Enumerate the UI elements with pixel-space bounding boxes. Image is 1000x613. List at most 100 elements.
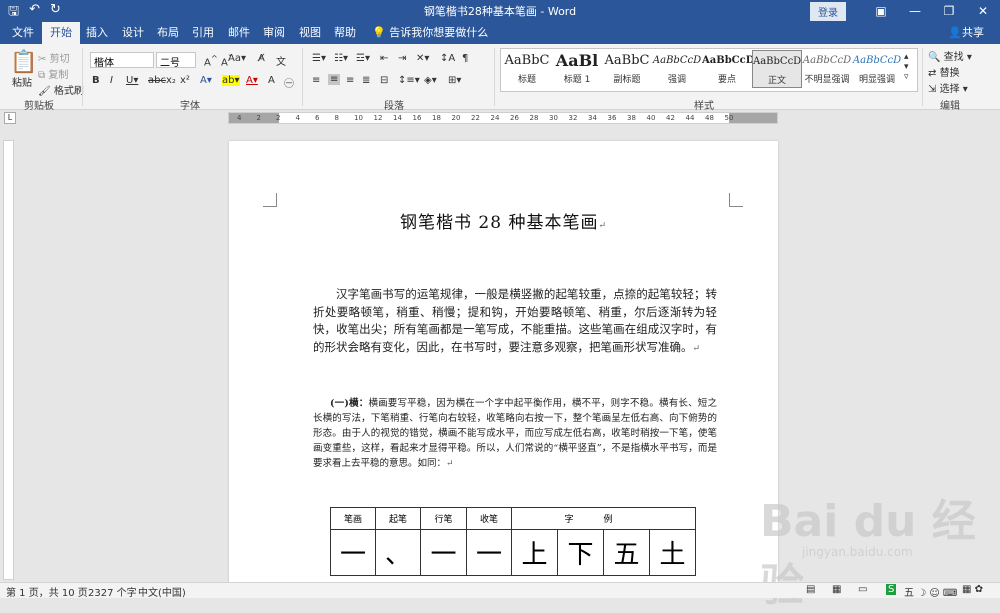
chinese-layout-icon[interactable]: ✕▾ [416, 53, 429, 64]
tab-file[interactable]: 文件 [4, 22, 42, 44]
text-effects-icon[interactable]: A▾ [200, 75, 212, 86]
watermark-url: jingyan.baidu.com [802, 545, 913, 559]
font-name-select[interactable]: 楷体 [90, 52, 154, 69]
find-button[interactable]: 🔍 查找 ▾ [928, 48, 972, 63]
table-cell: 一 [466, 529, 512, 576]
table-cell: 五 [603, 529, 650, 576]
web-layout-icon[interactable]: ▭ [858, 584, 867, 595]
distributed-icon[interactable]: ⊟ [380, 75, 388, 86]
restore-icon[interactable]: ❐ [932, 4, 966, 18]
tab-mailings[interactable]: 邮件 [220, 22, 258, 44]
login-button[interactable]: 登录 [810, 1, 846, 21]
lightbulb-icon: 💡 [372, 26, 386, 39]
document-page[interactable]: 钢笔楷书 28 种基本笔画↵ 汉字笔画书写的运笔规律，一般是横竖撇的起笔较重，点… [229, 141, 778, 591]
tab-references[interactable]: 引用 [184, 22, 222, 44]
strikethrough-icon[interactable]: abc [148, 75, 166, 86]
style-subtitle[interactable]: AaBbC 副标题 [602, 50, 652, 88]
italic-icon[interactable]: I [110, 75, 113, 86]
borders-icon[interactable]: ⊞▾ [448, 75, 461, 86]
ruler-number: 42 [666, 114, 675, 122]
paste-icon[interactable]: 📋 [10, 50, 37, 75]
ruler-number: 12 [373, 114, 383, 122]
tab-design[interactable]: 设计 [114, 22, 152, 44]
superscript-icon[interactable]: x² [180, 75, 190, 86]
change-case-icon[interactable]: Aa▾ [228, 53, 246, 64]
sort-icon[interactable]: ↕A [440, 53, 455, 64]
group-label-styles: 样式 [694, 101, 714, 112]
bullets-icon[interactable]: ☰▾ [312, 53, 326, 64]
tab-selector[interactable]: L [4, 112, 16, 124]
vertical-ruler[interactable] [3, 140, 14, 580]
style-strong[interactable]: AaBbCcD 要点 [702, 50, 752, 88]
language-status[interactable]: 中文(中国) [138, 584, 186, 599]
baidu-watermark: Bai du 经验 jingyan.baidu.com [760, 485, 990, 611]
horizontal-ruler[interactable]: 4 2 2 4 6 8 10 12 14 16 18 20 22 24 26 28 30 32 34 36 38 40 42… [228, 112, 778, 124]
page-count[interactable]: 第 1 页，共 10 页 [6, 584, 88, 599]
table-header-cell: 字例 [511, 507, 696, 530]
align-left-icon[interactable]: ≡ [312, 75, 320, 86]
close-icon[interactable]: ✕ [966, 4, 1000, 18]
cursor-icon: ⇲ [928, 84, 937, 95]
numbering-icon[interactable]: ☷▾ [334, 53, 348, 64]
font-color-icon[interactable]: A▾ [246, 75, 258, 86]
tab-layout[interactable]: 布局 [149, 22, 187, 44]
multilevel-list-icon[interactable]: ☲▾ [356, 53, 370, 64]
person-icon: 👤 [948, 26, 962, 39]
justify-icon[interactable]: ≣ [362, 75, 370, 86]
replace-button[interactable]: ⇄ 替换 [928, 64, 960, 79]
ruler-number: 16 [412, 114, 422, 122]
subscript-icon[interactable]: x₂ [166, 75, 176, 86]
tab-home[interactable]: 开始 [42, 22, 80, 44]
tab-insert[interactable]: 插入 [78, 22, 116, 44]
clear-format-icon[interactable]: A̸ [258, 53, 265, 64]
phonetic-guide-icon[interactable]: 文 [276, 53, 286, 68]
bold-icon[interactable]: B [92, 75, 100, 86]
style-title[interactable]: AaBbC 标题 [502, 50, 552, 88]
ruler-number: 38 [627, 114, 636, 122]
minimize-icon[interactable]: — [898, 4, 932, 18]
style-normal[interactable]: AaBbCcD 正文 [752, 50, 802, 88]
style-intense-emphasis[interactable]: AaBbCcD 明显强调 [852, 50, 902, 88]
print-layout-icon[interactable]: ▦ [832, 584, 841, 595]
tell-me-search[interactable]: 💡 告诉我你想要做什么 [372, 22, 488, 44]
align-right-icon[interactable]: ≡ [346, 75, 354, 86]
align-center-icon[interactable]: ≡ [328, 74, 341, 85]
styles-scroll-icon[interactable]: ▴ ▾ ▿ [904, 52, 909, 82]
paste-button[interactable]: 粘贴 [12, 74, 32, 89]
cut-button[interactable]: ✂ 剪切 [38, 50, 70, 65]
share-button[interactable]: 👤共享 [948, 22, 984, 44]
table-header-cell: 起笔 [375, 507, 421, 530]
decrease-indent-icon[interactable]: ⇤ [380, 53, 388, 64]
format-painter-button[interactable]: 🖌 格式刷 [38, 82, 84, 97]
underline-icon[interactable]: U▾ [126, 75, 138, 86]
highlight-icon[interactable]: ab▾ [222, 75, 240, 86]
font-size-select[interactable]: 二号 [156, 52, 196, 69]
ribbon-display-icon[interactable]: ▣ [864, 4, 898, 18]
style-subtle-emphasis[interactable]: AaBbCcD 不明显强调 [802, 50, 852, 88]
tab-review[interactable]: 审阅 [255, 22, 293, 44]
ruler-number: 10 [354, 114, 363, 122]
input-method-mode[interactable]: 五 ☽ ☺ ⌨ [904, 584, 957, 599]
enclose-char-icon[interactable]: ㊀ [284, 75, 294, 90]
show-marks-icon[interactable]: ¶ [462, 53, 468, 64]
word-count[interactable]: 2327 个字 [88, 584, 137, 599]
increase-indent-icon[interactable]: ⇥ [398, 53, 406, 64]
shading-icon[interactable]: ◈▾ [424, 75, 437, 86]
character-shading-icon[interactable]: A [268, 75, 275, 86]
read-mode-icon[interactable]: ▤ [806, 584, 815, 595]
zoom-icon[interactable]: ▦ ✿ [962, 584, 983, 595]
line-spacing-icon[interactable]: ↕≡▾ [398, 75, 420, 86]
ruler-number: 28 [529, 114, 539, 122]
ribbon: 📋 粘贴 ✂ 剪切 ⧉ 复制 🖌 格式刷 剪贴板 楷体 二号 A^ Aˇ Aa▾… [0, 44, 1000, 112]
tab-view[interactable]: 视图 [291, 22, 329, 44]
group-label-clipboard: 剪贴板 [24, 101, 54, 112]
style-emphasis[interactable]: AaBbCcD 强调 [652, 50, 702, 88]
table-header-cell: 笔画 [330, 507, 376, 530]
style-heading-1[interactable]: AaBl 标题 1 [552, 50, 602, 88]
copy-icon: ⧉ [38, 70, 46, 81]
select-button[interactable]: ⇲ 选择 ▾ [928, 80, 968, 95]
tab-help[interactable]: 帮助 [326, 22, 364, 44]
input-method-icon[interactable]: S [886, 584, 897, 595]
copy-button[interactable]: ⧉ 复制 [38, 66, 68, 81]
ruler-number: 14 [393, 114, 402, 122]
